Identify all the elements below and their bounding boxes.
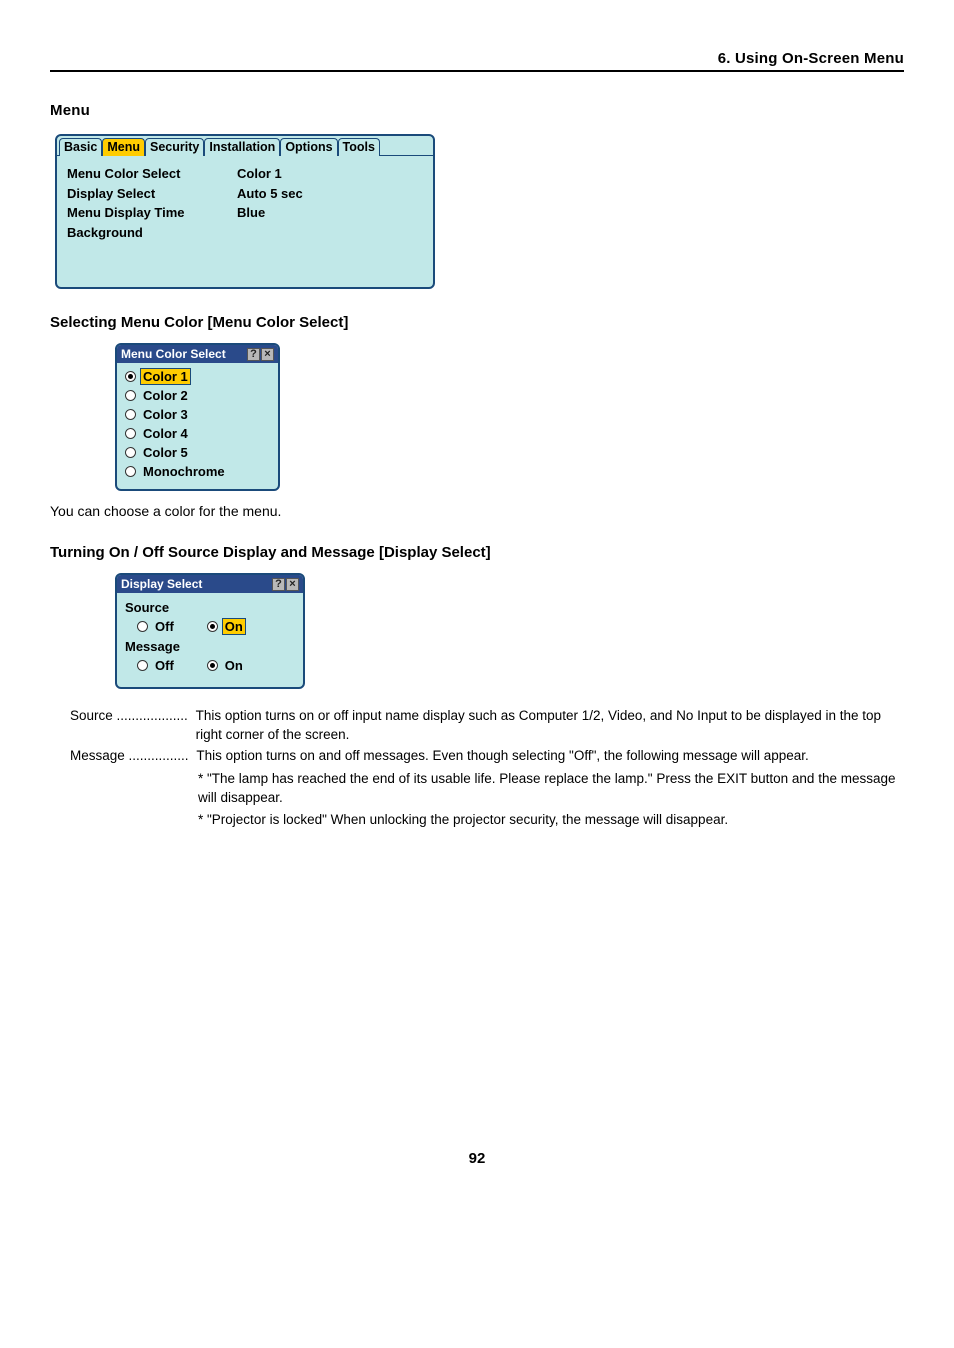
osd-values-col: Color 1 Auto 5 sec Blue — [237, 164, 303, 242]
osd-row-label[interactable]: Background — [67, 223, 237, 243]
def-term: Source — [70, 707, 113, 745]
def-note-2: * "Projector is locked" When unlocking t… — [198, 811, 904, 830]
def-source: Source ................... This option t… — [70, 707, 904, 745]
subheading-color-select: Selecting Menu Color [Menu Color Select] — [50, 314, 904, 331]
radio-label: Off — [152, 657, 177, 674]
group-label-source: Source — [125, 600, 295, 615]
osd-tab-tools[interactable]: Tools — [338, 138, 380, 156]
paragraph-color-choose: You can choose a color for the menu. — [50, 503, 904, 519]
osd-tab-menu[interactable]: Menu — [102, 138, 145, 156]
close-icon[interactable]: × — [286, 578, 299, 591]
popup-titlebar-icons: ? × — [272, 578, 299, 591]
radio-label: Monochrome — [140, 463, 228, 480]
osd-row-value: Blue — [237, 203, 303, 223]
radio-icon — [125, 428, 136, 439]
osd-row-value: Color 1 — [237, 164, 303, 184]
display-select-popup: Display Select ? × Source Off On Message — [115, 573, 305, 689]
source-radio-row: Off On — [125, 617, 295, 636]
radio-label: Off — [152, 618, 177, 635]
radio-icon — [125, 390, 136, 401]
radio-icon — [125, 447, 136, 458]
popup-body: Source Off On Message Off — [117, 593, 303, 687]
radio-message-off[interactable]: Off — [137, 656, 177, 675]
osd-labels-col: Menu Color Select Display Select Menu Di… — [67, 164, 237, 242]
radio-label: On — [222, 657, 246, 674]
radio-icon — [137, 621, 148, 632]
def-note-1: * "The lamp has reached the end of its u… — [198, 770, 904, 808]
help-icon[interactable]: ? — [272, 578, 285, 591]
radio-source-off[interactable]: Off — [137, 617, 177, 636]
radio-source-on[interactable]: On — [207, 617, 246, 636]
osd-row-value: Auto 5 sec — [237, 184, 303, 204]
popup-titlebar-icons: ? × — [247, 348, 274, 361]
osd-tab-basic[interactable]: Basic — [59, 138, 102, 156]
radio-icon — [125, 371, 136, 382]
osd-tab-options[interactable]: Options — [280, 138, 337, 156]
radio-label: On — [222, 618, 246, 635]
message-radio-row: Off On — [125, 656, 295, 675]
group-label-message: Message — [125, 639, 295, 654]
radio-label: Color 3 — [140, 406, 191, 423]
popup-body: Color 1 Color 2 Color 3 Color 4 Color 5 … — [117, 363, 278, 489]
radio-label: Color 1 — [140, 368, 191, 385]
radio-monochrome[interactable]: Monochrome — [125, 462, 270, 481]
radio-label: Color 4 — [140, 425, 191, 442]
popup-titlebar: Menu Color Select ? × — [117, 345, 278, 363]
radio-color-4[interactable]: Color 4 — [125, 424, 270, 443]
radio-message-on[interactable]: On — [207, 656, 246, 675]
def-term: Message — [70, 747, 125, 766]
radio-color-1[interactable]: Color 1 — [125, 367, 270, 386]
page: 6. Using On-Screen Menu Menu Basic Menu … — [0, 0, 954, 1207]
page-number: 92 — [50, 1150, 904, 1167]
radio-color-3[interactable]: Color 3 — [125, 405, 270, 424]
def-message: Message ................ This option tur… — [70, 747, 904, 766]
subheading-display-select: Turning On / Off Source Display and Mess… — [50, 544, 904, 561]
popup-title-text: Display Select — [121, 577, 272, 591]
def-desc: This option turns on and off messages. E… — [192, 747, 904, 766]
section-heading-menu: Menu — [50, 102, 904, 119]
def-dots: ................ — [129, 747, 189, 766]
radio-icon — [125, 466, 136, 477]
close-icon[interactable]: × — [261, 348, 274, 361]
radio-color-5[interactable]: Color 5 — [125, 443, 270, 462]
definitions: Source ................... This option t… — [70, 707, 904, 830]
radio-icon — [207, 660, 218, 671]
popup-titlebar: Display Select ? × — [117, 575, 303, 593]
osd-tab-security[interactable]: Security — [145, 138, 204, 156]
def-dots: ................... — [117, 707, 188, 745]
radio-label: Color 2 — [140, 387, 191, 404]
osd-tab-installation[interactable]: Installation — [204, 138, 280, 156]
radio-icon — [207, 621, 218, 632]
header-rule: 6. Using On-Screen Menu — [50, 70, 904, 72]
def-desc: This option turns on or off input name d… — [192, 707, 904, 745]
popup-title-text: Menu Color Select — [121, 347, 247, 361]
menu-color-select-popup: Menu Color Select ? × Color 1 Color 2 Co… — [115, 343, 280, 491]
osd-row-label[interactable]: Menu Color Select — [67, 164, 237, 184]
radio-color-2[interactable]: Color 2 — [125, 386, 270, 405]
osd-body: Menu Color Select Display Select Menu Di… — [57, 155, 433, 287]
osd-row-label[interactable]: Menu Display Time — [67, 203, 237, 223]
chapter-heading: 6. Using On-Screen Menu — [718, 50, 904, 67]
radio-label: Color 5 — [140, 444, 191, 461]
help-icon[interactable]: ? — [247, 348, 260, 361]
osd-menu-screenshot: Basic Menu Security Installation Options… — [55, 134, 435, 289]
radio-icon — [137, 660, 148, 671]
radio-icon — [125, 409, 136, 420]
osd-tab-bar: Basic Menu Security Installation Options… — [57, 136, 433, 156]
osd-row-label[interactable]: Display Select — [67, 184, 237, 204]
